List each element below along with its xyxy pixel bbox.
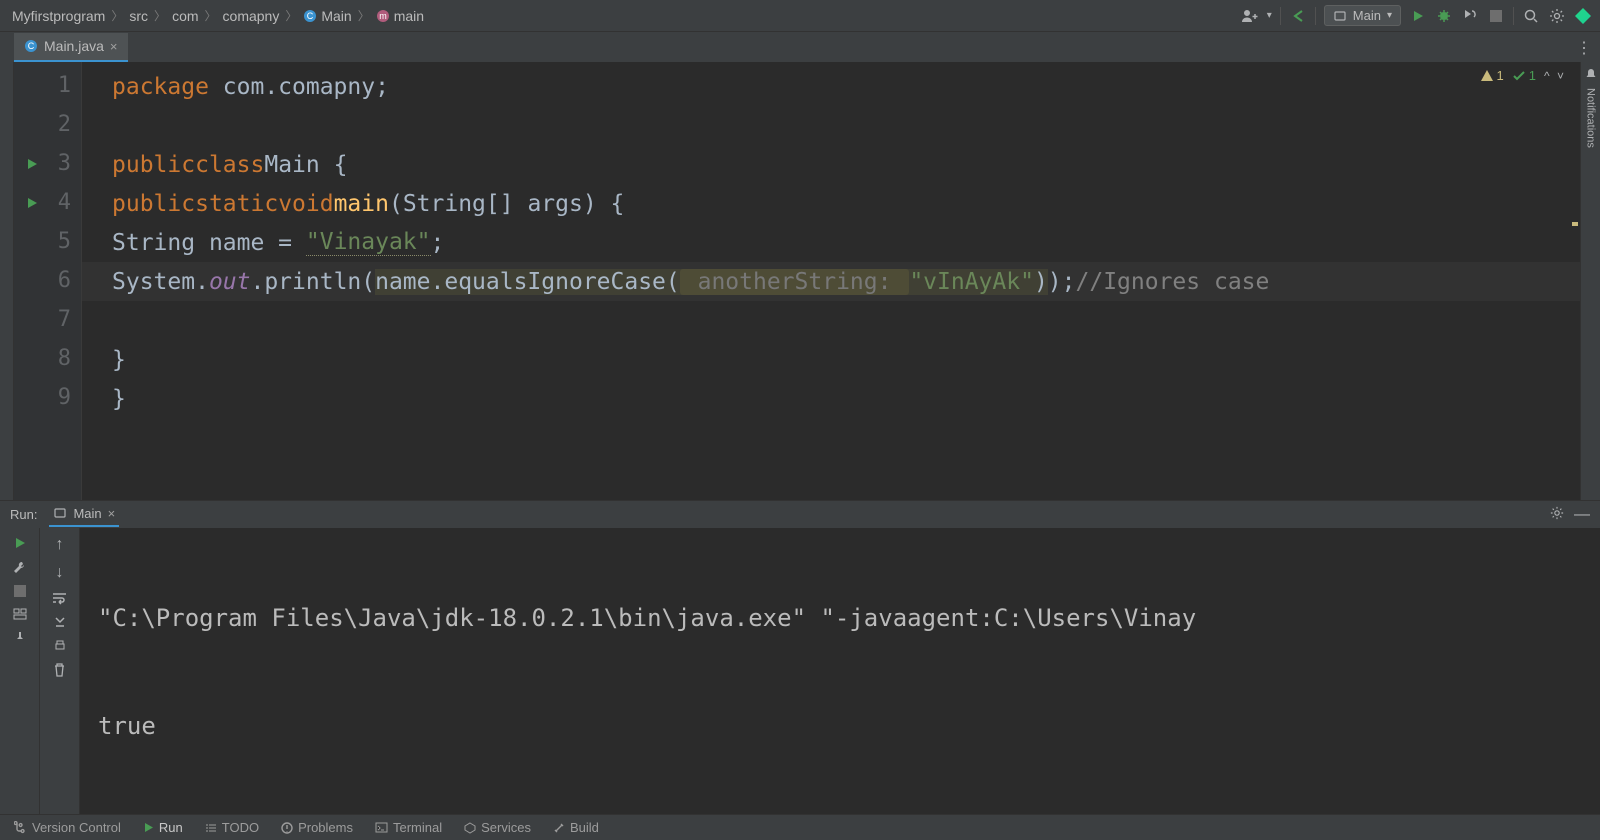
svg-text:C: C (307, 11, 314, 21)
close-icon[interactable]: × (108, 506, 116, 521)
run-panel: ↑ ↓ "C:\Program Files\Java\jdk-18.0.2.1\… (0, 528, 1600, 814)
breadcrumb-item-com[interactable]: com (168, 6, 202, 26)
debug-icon[interactable] (1435, 7, 1453, 25)
up-icon[interactable]: ↑ (56, 536, 64, 554)
scroll-end-icon[interactable] (53, 615, 67, 629)
breadcrumb-item-src[interactable]: src (125, 6, 152, 26)
run-config-label: Main (1353, 8, 1381, 23)
jetbrains-icon[interactable] (1574, 7, 1592, 25)
close-icon[interactable]: × (110, 39, 118, 54)
breadcrumb: Myfirstprogram 〉 src 〉 com 〉 comapny 〉 C… (8, 6, 428, 26)
run-coverage-icon[interactable] (1461, 7, 1479, 25)
warning-mark[interactable] (1572, 222, 1578, 226)
layout-icon[interactable] (13, 607, 27, 621)
left-tool-strip[interactable] (0, 62, 14, 500)
run-gutter-icon[interactable] (25, 157, 39, 171)
run-toolbar-right: ↑ ↓ (40, 528, 80, 814)
run-tab-main[interactable]: Main × (49, 503, 119, 527)
wrap-icon[interactable] (52, 592, 67, 605)
divider (1280, 7, 1281, 25)
editor[interactable]: 1 1 ^ ˅ 1 2 3 4 5 6 7 8 9 package com.co… (14, 62, 1580, 500)
main-area: 1 1 ^ ˅ 1 2 3 4 5 6 7 8 9 package com.co… (0, 62, 1600, 500)
svg-text:m: m (379, 11, 387, 21)
bottom-bar: Version Control Run TODO Problems Termin… (0, 814, 1600, 840)
console-line: "C:\Program Files\Java\jdk-18.0.2.1\bin\… (98, 592, 1582, 644)
add-user-icon[interactable] (1241, 7, 1259, 25)
file-tabs: C Main.java × ⋮ (0, 32, 1600, 62)
top-bar: Myfirstprogram 〉 src 〉 com 〉 comapny 〉 C… (0, 0, 1600, 32)
run-header-label: Run: (10, 507, 37, 522)
chevron-down-icon: ▾ (1387, 10, 1392, 21)
file-tab-main[interactable]: C Main.java × (14, 33, 128, 62)
run-icon[interactable] (1409, 7, 1427, 25)
more-icon[interactable]: ⋮ (1576, 38, 1592, 58)
breadcrumb-item-main-class[interactable]: C Main (299, 6, 355, 26)
chevron-right-icon: 〉 (111, 7, 123, 24)
bottom-tab-services[interactable]: Services (462, 818, 533, 837)
stop-icon[interactable] (1487, 7, 1505, 25)
hide-icon[interactable]: — (1574, 506, 1590, 524)
console-line: true (98, 700, 1582, 752)
toolbar-right: ▾ Main ▾ (1241, 5, 1592, 26)
down-icon[interactable]: ↓ (56, 564, 64, 582)
gear-icon[interactable] (1550, 506, 1564, 524)
print-icon[interactable] (53, 639, 67, 653)
chevron-right-icon: 〉 (154, 7, 166, 24)
chevron-down-icon[interactable]: ▾ (1267, 10, 1272, 21)
bottom-tab-run[interactable]: Run (141, 818, 185, 837)
search-icon[interactable] (1522, 7, 1540, 25)
undo-icon[interactable] (1289, 7, 1307, 25)
breadcrumb-item-project[interactable]: Myfirstprogram (8, 6, 109, 26)
run-toolbar-left (0, 528, 40, 814)
svg-text:C: C (28, 41, 35, 51)
notifications-label[interactable]: Notifications (1585, 88, 1597, 148)
run-configuration-select[interactable]: Main ▾ (1324, 5, 1401, 26)
breadcrumb-item-comapny[interactable]: comapny (219, 6, 284, 26)
bottom-tab-todo[interactable]: TODO (203, 818, 261, 837)
gutter[interactable]: 1 2 3 4 5 6 7 8 9 (14, 62, 82, 500)
rerun-icon[interactable] (13, 536, 27, 550)
right-tool-strip[interactable]: Notifications (1580, 62, 1600, 500)
chevron-right-icon: 〉 (285, 7, 297, 24)
chevron-right-icon: 〉 (358, 7, 370, 24)
wrench-icon[interactable] (12, 560, 27, 575)
run-panel-header: Run: Main × — (0, 500, 1600, 528)
file-tab-label: Main.java (44, 38, 104, 54)
divider (1315, 7, 1316, 25)
bottom-tab-version-control[interactable]: Version Control (12, 818, 123, 837)
bottom-tab-build[interactable]: Build (551, 818, 601, 837)
code-area[interactable]: package com.comapny; public class Main {… (82, 62, 1580, 500)
chevron-right-icon: 〉 (205, 7, 217, 24)
run-gutter-icon[interactable] (25, 196, 39, 210)
divider (1513, 7, 1514, 25)
console-output[interactable]: "C:\Program Files\Java\jdk-18.0.2.1\bin\… (80, 528, 1600, 814)
bell-icon[interactable] (1584, 68, 1598, 82)
gear-icon[interactable] (1548, 7, 1566, 25)
breadcrumb-item-main-method[interactable]: m main (372, 6, 428, 26)
pin-icon[interactable] (13, 631, 27, 645)
trash-icon[interactable] (53, 663, 66, 677)
bottom-tab-terminal[interactable]: Terminal (373, 818, 444, 837)
stop-icon[interactable] (14, 585, 26, 597)
bottom-tab-problems[interactable]: Problems (279, 818, 355, 837)
